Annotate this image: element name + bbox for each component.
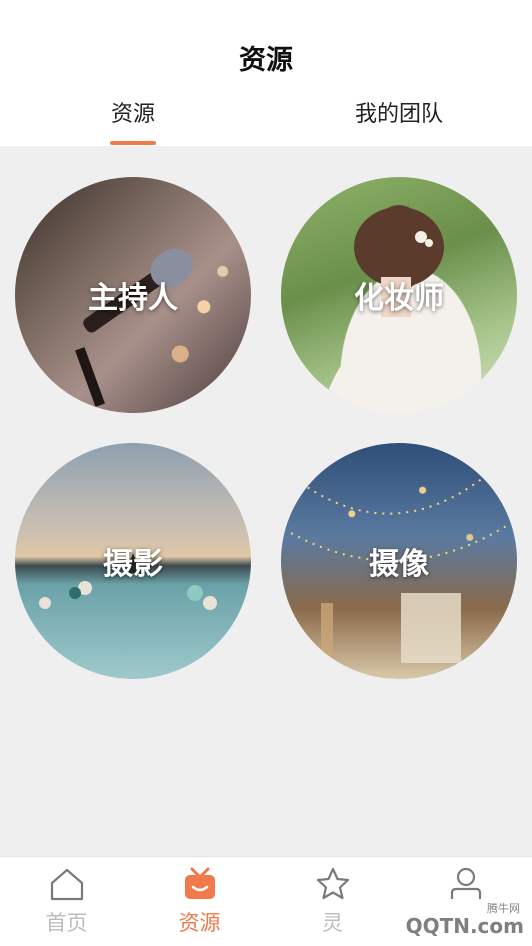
tab-resources[interactable]: 资源 (33, 96, 233, 128)
tabbar-item-resources-label: 资源 (178, 911, 221, 935)
star-icon (316, 867, 349, 900)
page-title: 资源 (239, 45, 293, 76)
tab-my-team[interactable]: 我的团队 (299, 96, 499, 128)
watermark: QQTN.com (405, 914, 524, 938)
tabbar-item-home[interactable]: 首页 (0, 865, 133, 945)
tabbar-item-inspiration-label: 灵 (322, 911, 343, 935)
category-photography-label: 摄影 (103, 547, 163, 582)
category-grid: 主持人 化妆师 摄影 摄像 (0, 146, 532, 856)
tab-indicator (110, 141, 156, 145)
category-host-label: 主持人 (88, 281, 178, 316)
category-photography[interactable]: 摄影 (15, 443, 251, 679)
category-makeup-artist-label: 化妆师 (354, 281, 444, 316)
home-icon (50, 868, 83, 901)
tabbar-item-inspiration[interactable]: 灵 (266, 865, 399, 945)
header: 资源 资源 我的团队 (0, 0, 532, 146)
tabbar-item-resources[interactable]: 资源 (133, 865, 266, 945)
tabbar-item-home-label: 首页 (45, 911, 88, 935)
bottom-tabbar: 首页 资源 灵 腾牛网 QQTN.com (0, 856, 532, 946)
category-videography-label: 摄像 (369, 547, 429, 582)
category-makeup-artist[interactable]: 化妆师 (281, 177, 517, 413)
category-host[interactable]: 主持人 (15, 177, 251, 413)
user-icon (450, 867, 481, 899)
resources-icon (184, 867, 215, 899)
category-videography[interactable]: 摄像 (281, 443, 517, 679)
